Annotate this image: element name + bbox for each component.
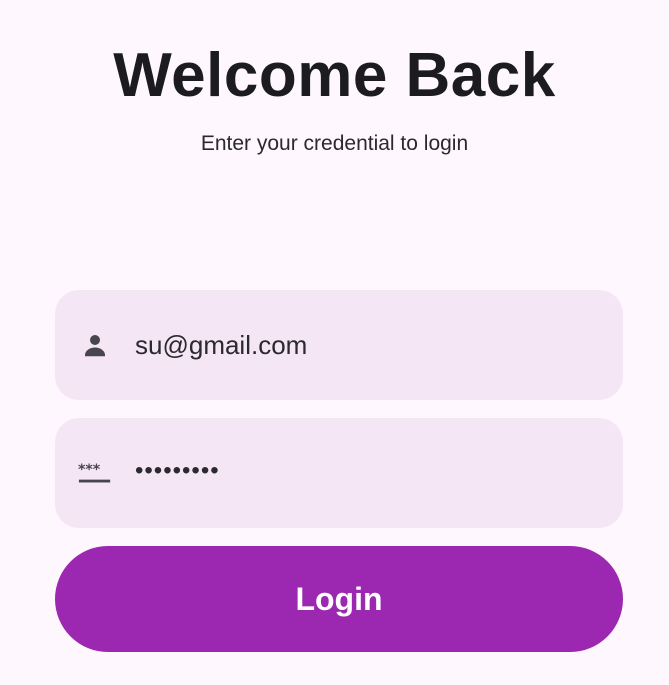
password-input[interactable] [135,414,603,528]
login-button[interactable]: Login [55,546,623,652]
email-field-container[interactable] [55,290,623,400]
svg-text:***: *** [78,462,101,478]
page-title: Welcome Back [113,41,556,110]
password-icon: *** [77,455,113,491]
password-field-container[interactable]: *** [55,414,623,528]
email-input[interactable] [135,290,603,400]
person-icon [77,327,113,363]
page-subtitle: Enter your credential to login [200,132,469,155]
